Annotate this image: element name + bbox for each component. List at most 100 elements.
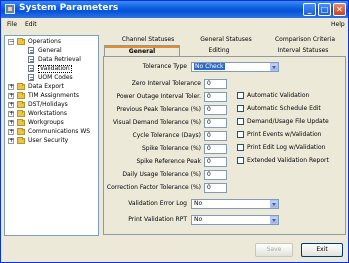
checkbox-box[interactable] bbox=[237, 157, 244, 164]
collapse-icon[interactable]: − bbox=[8, 39, 14, 45]
visual-demand-tolerance-input[interactable]: 0 bbox=[204, 118, 227, 128]
field-label: Cycle Tolerance (Days) bbox=[132, 132, 201, 139]
minimize-button[interactable]: _ bbox=[303, 3, 316, 16]
menu-file[interactable]: File bbox=[7, 21, 17, 28]
tab-general-statuses[interactable]: General Statuses bbox=[193, 35, 259, 45]
tolerance-type-value: No Check bbox=[194, 63, 225, 70]
field-label: Visual Demand Tolerance (%) bbox=[112, 119, 201, 126]
checkbox-box[interactable] bbox=[237, 92, 244, 99]
power-outage-tolerance-input[interactable]: 0 bbox=[204, 92, 227, 102]
folder-open-icon bbox=[17, 38, 25, 45]
document-icon bbox=[28, 74, 34, 81]
checkbox-box[interactable] bbox=[237, 118, 244, 125]
daily-usage-tolerance-input[interactable]: 0 bbox=[204, 170, 227, 180]
tree-label: Data Export bbox=[28, 83, 64, 90]
chevron-down-icon[interactable] bbox=[270, 200, 278, 208]
tab-channel-statuses[interactable]: Channel Statuses bbox=[113, 35, 183, 45]
tree-label: TIM Assignments bbox=[28, 92, 79, 99]
field-label: Spike Reference Peak bbox=[136, 158, 201, 165]
tab-interval-statuses[interactable]: Interval Statuses bbox=[263, 46, 343, 56]
exit-button[interactable]: Exit bbox=[301, 243, 343, 257]
print-validation-rpt-select[interactable]: No bbox=[191, 215, 279, 225]
validation-error-log-select[interactable]: No bbox=[191, 199, 279, 209]
checkbox-label: Print Edit Log w/Validation bbox=[247, 144, 326, 151]
expand-icon[interactable]: + bbox=[8, 84, 14, 90]
expand-icon[interactable]: + bbox=[8, 93, 14, 99]
previous-peak-tolerance-input[interactable]: 0 bbox=[204, 105, 227, 115]
menu-edit[interactable]: Edit bbox=[25, 21, 37, 28]
menu-bar: File Edit Help bbox=[1, 19, 348, 30]
tab-control: Channel Statuses General Statuses Compar… bbox=[103, 35, 346, 235]
checkbox-label: Demand/Usage File Update bbox=[247, 118, 329, 125]
spike-reference-peak-input[interactable]: 0 bbox=[204, 157, 227, 167]
checkbox-label: Extended Validation Report bbox=[247, 157, 329, 164]
expand-icon[interactable]: + bbox=[8, 111, 14, 117]
tree-node-data-export[interactable]: + Data Export bbox=[7, 83, 97, 91]
tab-comparison-criteria[interactable]: Comparison Criteria bbox=[267, 35, 343, 45]
validation-error-log-label: Validation Error Log bbox=[128, 200, 187, 207]
field-label: Previous Peak Tolerance (%) bbox=[116, 106, 201, 113]
chevron-down-icon[interactable] bbox=[270, 216, 278, 224]
tree-node-general[interactable]: General bbox=[7, 47, 97, 55]
maximize-button[interactable]: □ bbox=[318, 3, 331, 16]
tree-node-operations[interactable]: − Operations bbox=[7, 38, 97, 46]
document-icon bbox=[28, 56, 34, 63]
expand-icon[interactable]: + bbox=[8, 129, 14, 135]
tree-node-dst-holidays[interactable]: + DST/Holidays bbox=[7, 101, 97, 109]
tree-node-communications-ws[interactable]: + Communications WS bbox=[7, 128, 97, 136]
checkbox-box[interactable] bbox=[237, 131, 244, 138]
tree-label: Validation bbox=[38, 65, 72, 73]
expand-icon[interactable]: + bbox=[8, 120, 14, 126]
print-validation-rpt-label: Print Validation RPT bbox=[128, 216, 187, 223]
save-button[interactable]: Save bbox=[255, 243, 293, 257]
tree-label: DST/Holidays bbox=[28, 101, 68, 108]
field-label: Power Outage Interval Toler. bbox=[116, 93, 201, 100]
folder-icon bbox=[17, 101, 25, 108]
field-label: Zero Interval Tolerance bbox=[131, 80, 201, 87]
tree-node-user-security[interactable]: + User Security bbox=[7, 137, 97, 145]
checkbox-label: Automatic Schedule Edit bbox=[247, 105, 321, 112]
print-validation-rpt-value: No bbox=[194, 216, 203, 223]
folder-icon bbox=[17, 119, 25, 126]
chevron-down-icon[interactable] bbox=[270, 63, 278, 71]
title-bar[interactable]: System Parameters _ □ ✕ bbox=[1, 1, 348, 18]
tab-editing[interactable]: Editing bbox=[183, 46, 255, 56]
tree-label: Communications WS bbox=[28, 128, 91, 135]
zero-interval-tolerance-input[interactable]: 0 bbox=[204, 79, 227, 89]
checkbox-box[interactable] bbox=[237, 105, 244, 112]
tree-label: UOM Codes bbox=[38, 74, 73, 81]
tree-label: Data Retrieval bbox=[38, 56, 81, 63]
correction-factor-tolerance-input[interactable]: 0 bbox=[204, 183, 227, 193]
folder-icon bbox=[17, 128, 25, 135]
tree-label: User Security bbox=[28, 137, 69, 144]
expand-icon[interactable]: + bbox=[8, 138, 14, 144]
tolerance-type-label: Tolerance Type bbox=[142, 63, 187, 70]
window-title: System Parameters bbox=[19, 3, 119, 13]
close-button[interactable]: ✕ bbox=[333, 3, 346, 16]
field-label: Spike Tolerance (%) bbox=[141, 145, 201, 152]
folder-icon bbox=[17, 83, 25, 90]
folder-icon bbox=[17, 137, 25, 144]
field-label: Correction Factor Tolerance (%) bbox=[106, 184, 201, 191]
tree-label: General bbox=[38, 47, 62, 54]
checkbox-label: Print Events w/Validation bbox=[247, 131, 322, 138]
cycle-tolerance-input[interactable]: 0 bbox=[204, 131, 227, 141]
folder-icon bbox=[17, 92, 25, 99]
tolerance-type-select[interactable]: No Check bbox=[191, 62, 279, 72]
menu-help[interactable]: Help bbox=[331, 21, 345, 28]
tree-node-uom-codes[interactable]: UOM Codes bbox=[7, 74, 97, 82]
app-icon bbox=[5, 4, 15, 14]
checkbox-label: Automatic Validation bbox=[247, 92, 310, 99]
document-icon bbox=[28, 47, 34, 54]
spike-tolerance-input[interactable]: 0 bbox=[204, 144, 227, 154]
tree-node-tim-assignments[interactable]: + TIM Assignments bbox=[7, 92, 97, 100]
tree-node-workgroups[interactable]: + Workgroups bbox=[7, 119, 97, 127]
tree-label: Operations bbox=[28, 38, 61, 45]
checkbox-box[interactable] bbox=[237, 144, 244, 151]
folder-icon bbox=[17, 110, 25, 117]
tree-node-workstations[interactable]: + Workstations bbox=[7, 110, 97, 118]
general-tab-page: Tolerance Type No Check Zero Interval To… bbox=[103, 56, 346, 235]
tree-node-validation[interactable]: Validation bbox=[7, 65, 97, 73]
tree-node-data-retrieval[interactable]: Data Retrieval bbox=[7, 56, 97, 64]
expand-icon[interactable]: + bbox=[8, 102, 14, 108]
